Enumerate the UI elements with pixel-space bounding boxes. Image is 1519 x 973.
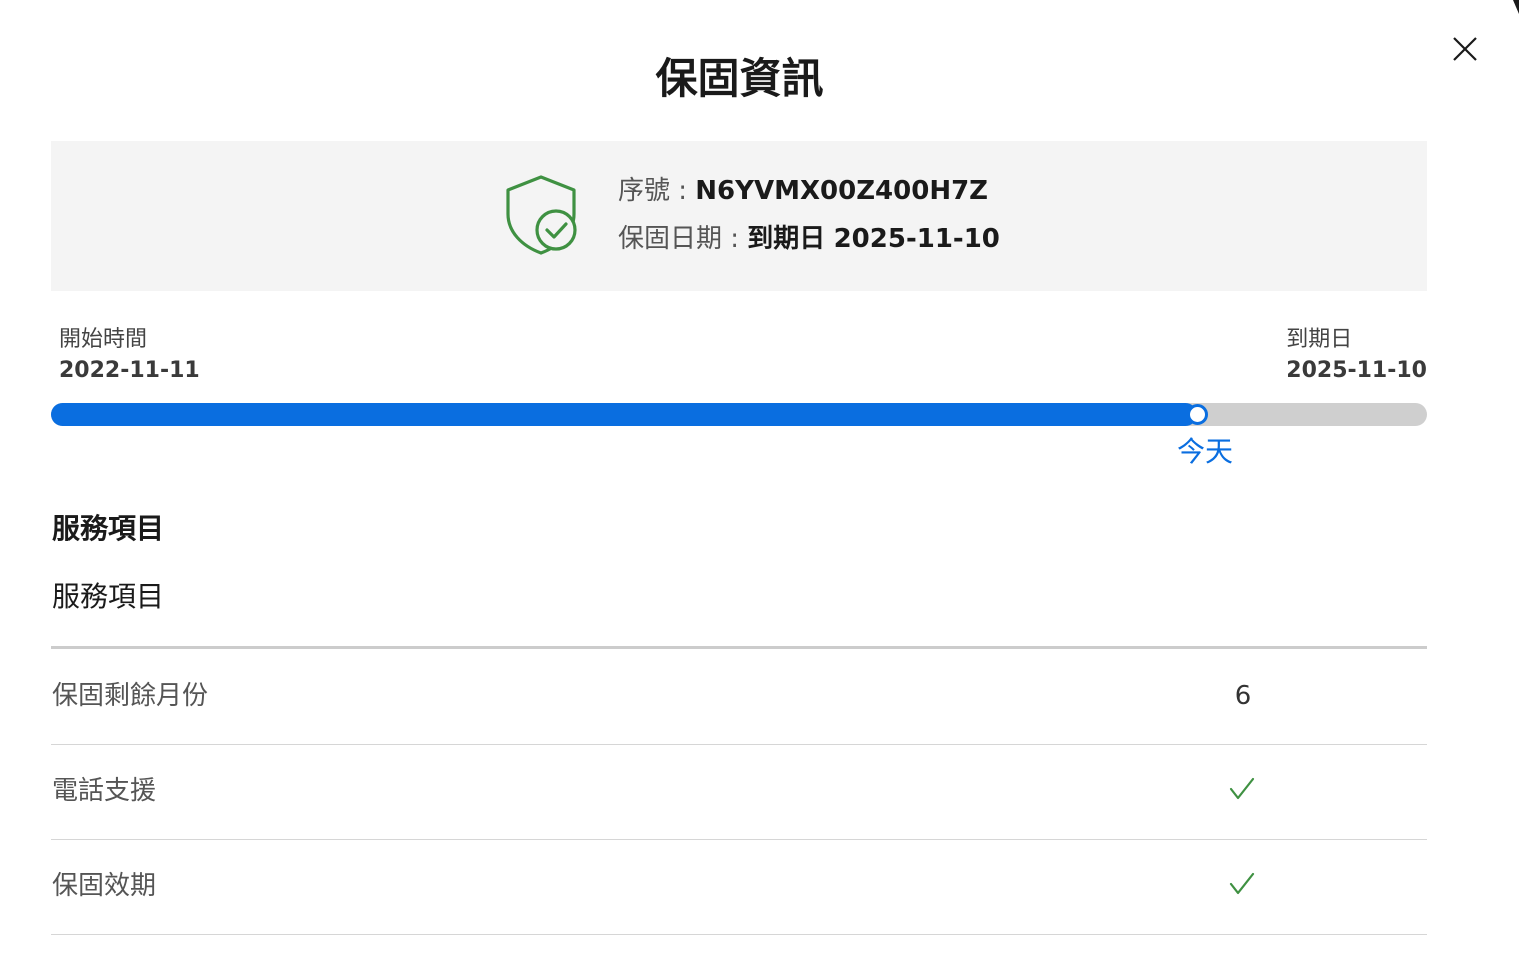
serial-number-row: 序號 : N6YVMX00Z400H7Z xyxy=(618,173,988,209)
warranty-info-dialog: 保固資訊 序號 : N6YVMX00Z400H7Z 保固日期 : 到期日 202… xyxy=(0,0,1519,973)
check-icon xyxy=(1229,777,1255,800)
row-label: 電話支援 xyxy=(52,776,157,806)
start-date-block: 開始時間 2022-11-11 xyxy=(59,325,200,387)
warranty-label: 保固日期 : xyxy=(618,224,748,254)
corner-decoration xyxy=(1513,0,1519,14)
table-row: 保固剩餘月份 6 xyxy=(51,650,1427,745)
start-date: 2022-11-11 xyxy=(59,358,200,383)
shield-check-icon xyxy=(506,175,577,255)
row-label: 保固效期 xyxy=(52,871,157,901)
end-label: 到期日 xyxy=(1286,327,1353,352)
warranty-status: 到期日 xyxy=(747,224,826,254)
services-heading: 服務項目 xyxy=(52,512,165,545)
table-header-divider xyxy=(51,646,1427,649)
end-date-block: 到期日 2025-11-10 xyxy=(1286,325,1427,387)
warranty-date: 2025-11-10 xyxy=(833,224,1000,254)
row-value: 6 xyxy=(1234,681,1252,711)
serial-value: N6YVMX00Z400H7Z xyxy=(695,176,989,206)
warranty-date-row: 保固日期 : 到期日 2025-11-10 xyxy=(618,221,1000,257)
table-row: 電話支援 xyxy=(51,745,1427,840)
warranty-progress-bar xyxy=(51,403,1427,426)
row-label: 保固剩餘月份 xyxy=(52,681,209,711)
services-column-header: 服務項目 xyxy=(52,580,165,613)
product-info-card: 序號 : N6YVMX00Z400H7Z 保固日期 : 到期日 2025-11-… xyxy=(51,141,1427,291)
end-date: 2025-11-10 xyxy=(1286,358,1427,383)
page-title: 保固資訊 xyxy=(655,54,824,103)
today-marker xyxy=(1187,404,1208,425)
table-row: 保固效期 xyxy=(51,840,1427,935)
start-label: 開始時間 xyxy=(59,327,148,352)
today-label: 今天 xyxy=(1177,435,1234,468)
check-icon xyxy=(1229,872,1255,895)
serial-label: 序號 : xyxy=(618,176,696,206)
progress-fill xyxy=(51,403,1197,426)
